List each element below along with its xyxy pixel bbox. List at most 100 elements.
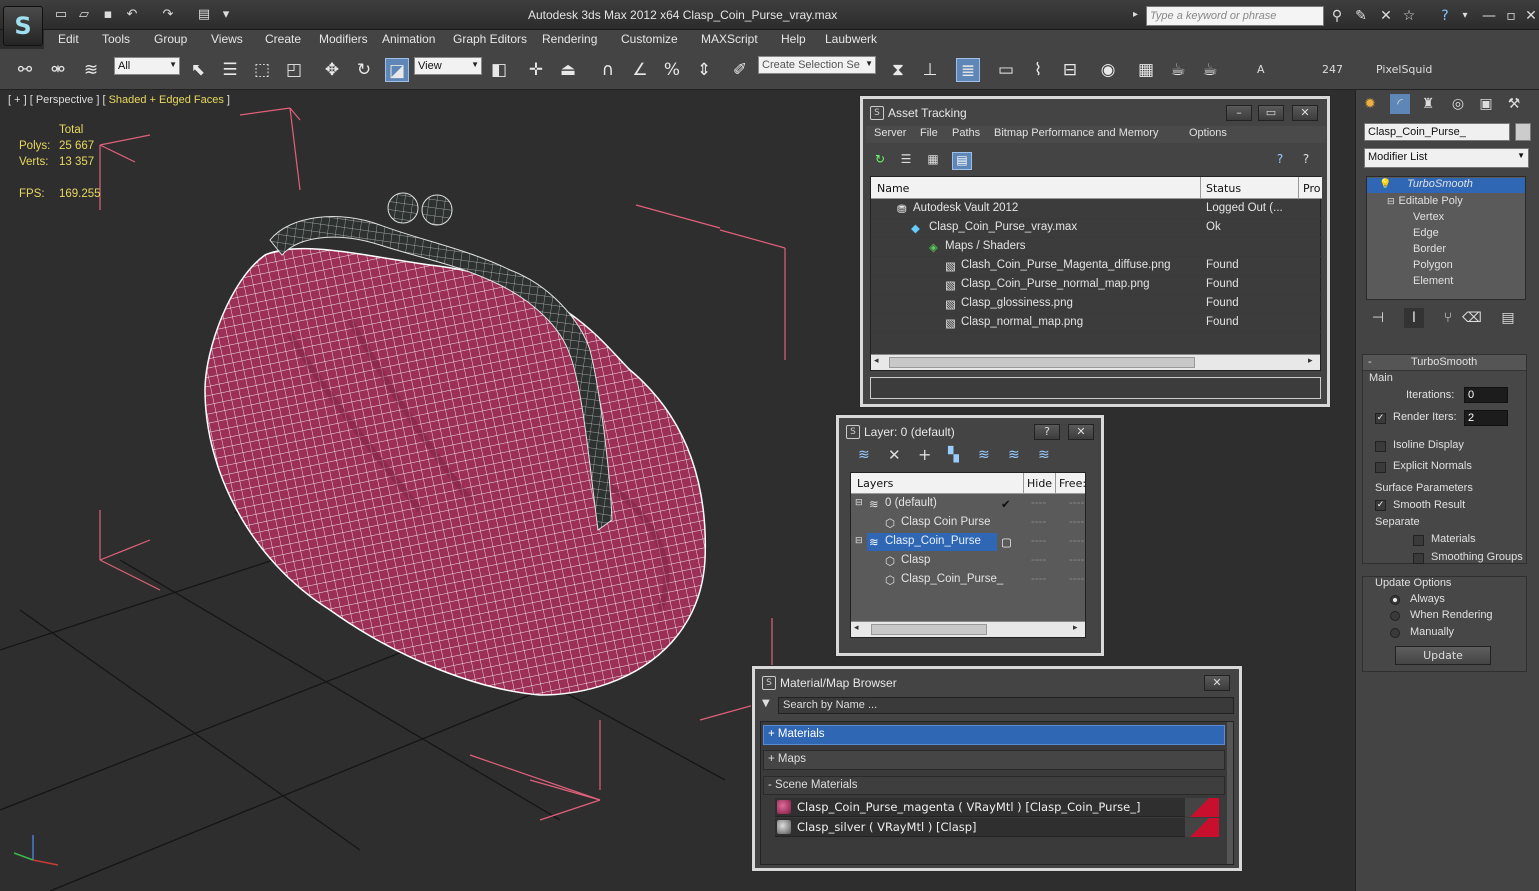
minimize-icon[interactable]: – bbox=[1226, 105, 1252, 121]
motion-tab-icon[interactable]: ◎ bbox=[1448, 94, 1468, 114]
edit-named-selection-icon[interactable]: ✐ bbox=[728, 58, 752, 82]
col-status[interactable]: Status bbox=[1206, 182, 1241, 195]
layer-row[interactable]: ⬡ Clasp_Coin_Purse_ ---- ---- bbox=[851, 571, 1085, 590]
material-editor-icon[interactable]: ◉ bbox=[1096, 58, 1120, 82]
hide-toggle[interactable]: ---- bbox=[1031, 516, 1046, 528]
named-selection-set-dropdown[interactable]: Create Selection Se ▼ bbox=[758, 56, 876, 74]
highlight-selected-icon[interactable]: ≋ bbox=[978, 447, 990, 463]
quick-access-dropdown-icon[interactable]: ▾ bbox=[218, 7, 234, 23]
menu-graph-editors[interactable]: Graph Editors bbox=[453, 32, 527, 46]
app-logo-button[interactable]: S bbox=[3, 6, 43, 46]
hide-toggle[interactable]: ---- bbox=[1031, 497, 1046, 509]
select-and-link-icon[interactable]: ⚯ bbox=[13, 58, 37, 82]
binoculars-icon[interactable]: ⚲ bbox=[1328, 7, 1346, 25]
asset-row[interactable]: ▧ Clasp_Coin_Purse_normal_map.png Found bbox=[871, 276, 1322, 295]
stack-item-editable-poly[interactable]: ⊟ Editable Poly bbox=[1367, 195, 1463, 207]
display-tab-icon[interactable]: ▣ bbox=[1476, 94, 1496, 114]
separate-materials-checkbox[interactable] bbox=[1413, 535, 1424, 546]
col-hide[interactable]: Hide bbox=[1027, 477, 1052, 490]
freeze-toggle[interactable]: ---- bbox=[1069, 554, 1084, 566]
rollout-collapse-icon[interactable]: - bbox=[1368, 356, 1372, 368]
asset-horizontal-scrollbar[interactable]: ◂ ▸ bbox=[871, 354, 1320, 370]
scroll-left-icon[interactable]: ◂ bbox=[854, 623, 859, 633]
unlink-icon[interactable]: ⚮ bbox=[46, 58, 70, 82]
current-layer-check-icon[interactable]: ✔ bbox=[1001, 497, 1011, 511]
make-unique-icon[interactable]: ⑂ bbox=[1438, 308, 1458, 328]
scroll-left-icon[interactable]: ◂ bbox=[874, 356, 879, 366]
hide-toggle[interactable]: ---- bbox=[1031, 573, 1046, 585]
col-name[interactable]: Name bbox=[877, 182, 909, 195]
iterations-spinner[interactable]: 0 bbox=[1464, 387, 1508, 403]
material-vertical-scrollbar[interactable] bbox=[1227, 722, 1233, 864]
freeze-toggle[interactable]: ---- bbox=[1069, 497, 1084, 509]
undo-icon[interactable]: ↶ bbox=[124, 7, 140, 23]
rotate-icon[interactable]: ↻ bbox=[352, 58, 376, 82]
menu-rendering[interactable]: Rendering bbox=[542, 32, 597, 46]
scale-icon[interactable]: ◪ bbox=[385, 58, 409, 82]
mirror-icon[interactable]: ⧗ bbox=[886, 58, 910, 82]
viewport-shading-mode[interactable]: Shaded + Edged Faces bbox=[109, 94, 224, 106]
maximize-icon[interactable]: ▭ bbox=[1258, 105, 1284, 121]
freeze-unfreeze-all-icon[interactable]: ≋ bbox=[1038, 447, 1050, 463]
close-window-icon[interactable]: ✕ bbox=[1522, 7, 1539, 25]
materials-group[interactable]: + Materials bbox=[763, 725, 1225, 745]
set-current-layer-icon[interactable]: ▢ bbox=[1001, 535, 1012, 549]
reference-coordinate-dropdown[interactable]: View ▼ bbox=[414, 57, 482, 75]
update-button[interactable]: Update bbox=[1395, 646, 1491, 665]
viewport-label[interactable]: [ + ] [ Perspective ] [ Shaded + Edged F… bbox=[8, 94, 230, 106]
add-to-layer-icon[interactable]: + bbox=[918, 445, 931, 464]
layer-row[interactable]: ⬡ Clasp Coin Purse ---- ---- bbox=[851, 514, 1085, 533]
asset-row[interactable]: ◆ Clasp_Coin_Purse_vray.max Ok bbox=[871, 219, 1322, 238]
smooth-result-checkbox[interactable]: ✓ bbox=[1375, 500, 1386, 511]
thumbnail-view-icon[interactable]: ▦ bbox=[925, 152, 941, 168]
asset-row[interactable]: ◈ Maps / Shaders bbox=[871, 238, 1322, 257]
freeze-toggle[interactable]: ---- bbox=[1069, 535, 1084, 547]
asset-about-icon[interactable]: ? bbox=[1298, 152, 1314, 168]
subscription-icon[interactable]: ✎ bbox=[1352, 7, 1370, 25]
col-freeze[interactable]: Free: bbox=[1059, 477, 1086, 490]
menu-modifiers[interactable]: Modifiers bbox=[319, 32, 368, 46]
menu-help[interactable]: Help bbox=[781, 32, 806, 46]
schematic-view-icon[interactable]: ⊟ bbox=[1058, 58, 1082, 82]
refresh-icon[interactable]: ↻ bbox=[872, 152, 888, 168]
asset-menu-paths[interactable]: Paths bbox=[952, 127, 980, 139]
hide-unhide-all-icon[interactable]: ≋ bbox=[1008, 447, 1020, 463]
close-icon[interactable]: ✕ bbox=[1068, 424, 1094, 440]
bind-spacewarp-icon[interactable]: ≋ bbox=[79, 58, 103, 82]
close-icon[interactable]: ✕ bbox=[1292, 105, 1318, 121]
material-item[interactable]: Clasp_silver ( VRayMtl ) [Clasp] bbox=[775, 818, 1219, 837]
stack-item-edge[interactable]: Edge bbox=[1367, 227, 1439, 239]
update-manually-radio[interactable] bbox=[1390, 628, 1400, 638]
explicit-normals-checkbox[interactable] bbox=[1375, 462, 1386, 473]
lightbulb-icon[interactable]: 💡 bbox=[1379, 179, 1391, 190]
material-search-input[interactable]: Search by Name ... bbox=[778, 697, 1234, 714]
layer-horizontal-scrollbar[interactable]: ◂ ▸ bbox=[851, 621, 1085, 637]
col-layers[interactable]: Layers bbox=[857, 477, 893, 490]
stack-item-element[interactable]: Element bbox=[1367, 275, 1453, 287]
layer-row[interactable]: ⊟ ≋ Clasp_Coin_Purse ▢ ---- ---- bbox=[851, 533, 1085, 552]
selection-filter-dropdown[interactable]: All ▼ bbox=[114, 57, 180, 75]
hide-toggle[interactable]: ---- bbox=[1031, 535, 1046, 547]
asset-menu-server[interactable]: Server bbox=[874, 127, 906, 139]
graphite-ribbon-icon[interactable]: ▭ bbox=[994, 58, 1018, 82]
create-tab-icon[interactable]: ✹ bbox=[1360, 94, 1380, 114]
stack-item-polygon[interactable]: Polygon bbox=[1367, 259, 1453, 271]
menu-create[interactable]: Create bbox=[265, 32, 301, 46]
browser-options-dropdown-icon[interactable]: ▼ bbox=[762, 698, 770, 709]
asset-menu-file[interactable]: File bbox=[920, 127, 938, 139]
render-iters-spinner[interactable]: 2 bbox=[1464, 410, 1508, 426]
hide-toggle[interactable]: ---- bbox=[1031, 554, 1046, 566]
render-production-icon[interactable]: ☕ bbox=[1198, 58, 1222, 82]
redo-icon[interactable]: ↷ bbox=[160, 7, 176, 23]
menu-edit[interactable]: Edit bbox=[58, 32, 79, 46]
modify-tab-icon[interactable]: ◜ bbox=[1390, 94, 1410, 114]
snaps-toggle-icon[interactable]: ∩ bbox=[596, 58, 620, 82]
asset-row[interactable]: ⛃ Autodesk Vault 2012 Logged Out (... bbox=[871, 200, 1322, 219]
close-icon[interactable]: ✕ bbox=[1204, 675, 1230, 691]
asset-row[interactable]: ▧ Clash_Coin_Purse_Magenta_diffuse.png Fou… bbox=[871, 257, 1322, 276]
keyword-search-input[interactable]: Type a keyword or phrase bbox=[1146, 6, 1324, 26]
pivot-center-icon[interactable]: ◧ bbox=[487, 58, 511, 82]
remove-modifier-icon[interactable]: ⌫ bbox=[1462, 308, 1482, 328]
menu-tools[interactable]: Tools bbox=[102, 32, 130, 46]
communication-center-icon[interactable]: ✕ bbox=[1377, 7, 1395, 25]
